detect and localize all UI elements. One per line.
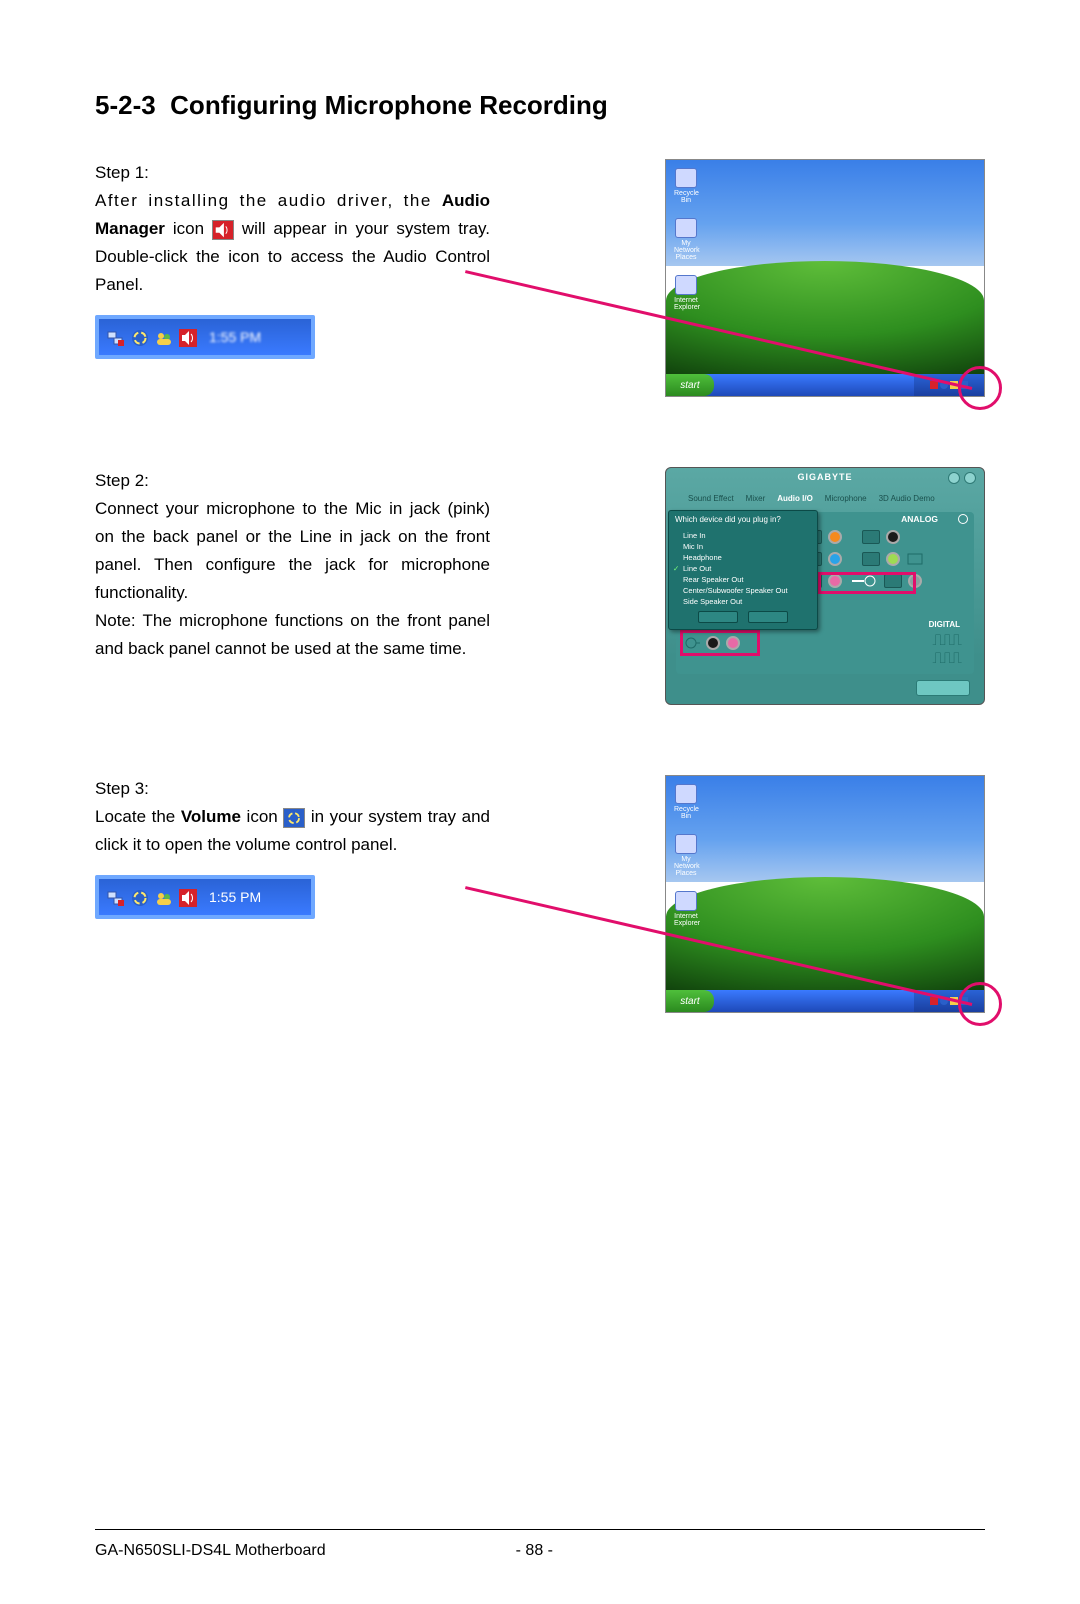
network-icon [107, 328, 125, 346]
audio-panel-ok-button [916, 680, 970, 696]
desktop-icon-myplaces: My Network Places [674, 834, 698, 877]
section-heading: 5-2-3 Configuring Microphone Recording [95, 90, 985, 121]
step-1-t2: icon [165, 219, 212, 238]
start-button: start [666, 990, 714, 1012]
step-1-t1: After installing the audio driver, the [95, 191, 442, 210]
mic-jack-highlight-front [680, 630, 760, 656]
systray-time: 1:55 PM [209, 883, 261, 911]
audio-brand-label: GIGABYTE [797, 472, 852, 482]
tab-mixer: Mixer [746, 494, 766, 503]
page-footer: GA-N650SLI-DS4L Motherboard - 88 - [95, 1542, 985, 1560]
footer-product: GA-N650SLI-DS4L Motherboard [95, 1542, 326, 1560]
step-2-body: Connect your microphone to the Mic in ja… [95, 495, 490, 607]
dialog-cancel-button [748, 611, 788, 623]
step-2-row: Step 2: Connect your microphone to the M… [95, 467, 985, 727]
users-icon [155, 328, 173, 346]
users-icon [155, 888, 173, 906]
step-2-text: Step 2: Connect your microphone to the M… [95, 467, 490, 663]
section-number: 5-2-3 [95, 90, 156, 120]
volume-manager-icon [131, 888, 149, 906]
step-3-label: Step 3: [95, 775, 490, 803]
section-title-text: Configuring Microphone Recording [170, 90, 608, 120]
opt-rear-speaker: Rear Speaker Out [683, 574, 809, 585]
device-plugin-dialog: Which device did you plug in? Line In Mi… [668, 510, 818, 630]
step-3-t2: icon [241, 807, 283, 826]
close-icon [964, 472, 976, 484]
audio-tabs: Sound Effect Mixer Audio I/O Microphone … [688, 490, 962, 506]
tab-audio-io: Audio I/O [777, 494, 813, 503]
desktop-icons: Recycle Bin My Network Places Internet E… [674, 784, 698, 927]
analog-label: ANALOG [901, 514, 938, 524]
step-3-t1: Locate the [95, 807, 181, 826]
dialog-title: Which device did you plug in? [669, 511, 817, 528]
mic-jack-highlight-back [818, 572, 916, 594]
volume-manager-icon [131, 328, 149, 346]
step-3-row: Step 3: Locate the Volume icon in your s… [95, 775, 985, 1035]
opt-side-speaker: Side Speaker Out [683, 596, 809, 607]
step-2-label: Step 2: [95, 467, 490, 495]
desktop-icons: Recycle Bin My Network Places Internet E… [674, 168, 698, 311]
step-3-bold: Volume [181, 807, 241, 826]
audio-panel-screenshot: GIGABYTE Sound Effect Mixer Audio I/O Mi… [665, 467, 985, 705]
opt-headphone: Headphone [683, 552, 809, 563]
opt-line-in: Line In [683, 530, 809, 541]
step-1-row: Step 1: After installing the audio drive… [95, 159, 985, 419]
network-icon [107, 888, 125, 906]
info-icon [958, 514, 968, 524]
tab-3d-audio: 3D Audio Demo [879, 494, 935, 503]
tab-microphone: Microphone [825, 494, 867, 503]
line-out-icon [906, 552, 926, 566]
audio-manager-icon [212, 220, 234, 240]
step-1-label: Step 1: [95, 159, 490, 187]
systray-time: 1:55 PM [209, 323, 261, 351]
digital-label: DIGITAL [929, 620, 960, 629]
speaker-icon [179, 888, 197, 906]
desktop-screenshot-2: Recycle Bin My Network Places Internet E… [665, 775, 985, 1013]
footer-separator [95, 1529, 985, 1530]
opt-center-sub: Center/Subwoofer Speaker Out [683, 585, 809, 596]
systray-closeup-1: 1:55 PM [95, 315, 315, 359]
tab-sound-effect: Sound Effect [688, 494, 734, 503]
step-2-note: Note: The microphone functions on the fr… [95, 607, 490, 663]
step-3-text: Step 3: Locate the Volume icon in your s… [95, 775, 490, 919]
desktop-icon-ie: Internet Explorer [674, 891, 698, 927]
footer-page: - 88 - [516, 1542, 553, 1560]
digital-wave-icon: ⎍⎍⎍⎍⎍⎍ [932, 632, 960, 668]
dialog-option-list: Line In Mic In Headphone Line Out Rear S… [669, 528, 817, 611]
volume-icon [283, 808, 305, 828]
opt-line-out: Line Out [683, 563, 809, 574]
desktop-icon-recycle: Recycle Bin [674, 168, 698, 204]
start-button: start [666, 374, 714, 396]
audio-panel-buttons [948, 472, 976, 484]
dialog-ok-button [698, 611, 738, 623]
desktop-icon-myplaces: My Network Places [674, 218, 698, 261]
desktop-icon-recycle: Recycle Bin [674, 784, 698, 820]
speaker-icon [179, 328, 197, 346]
systray-closeup-2: 1:55 PM [95, 875, 315, 919]
minimize-icon [948, 472, 960, 484]
step-1-text: Step 1: After installing the audio drive… [95, 159, 490, 359]
desktop-icon-ie: Internet Explorer [674, 275, 698, 311]
desktop-screenshot-1: Recycle Bin My Network Places Internet E… [665, 159, 985, 397]
opt-mic-in: Mic In [683, 541, 809, 552]
